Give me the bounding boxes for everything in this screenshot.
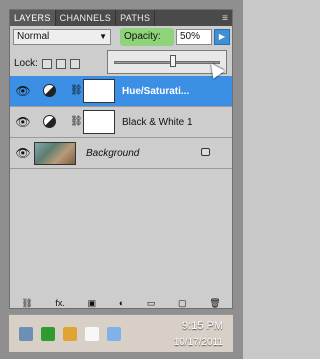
chevron-down-icon: ▼ (99, 32, 107, 41)
network-icon[interactable] (107, 327, 121, 341)
eye-icon[interactable]: 👁 (14, 147, 32, 159)
mask-icon[interactable]: ▣ (88, 298, 97, 309)
layer-mask-thumbnail[interactable] (83, 79, 115, 103)
blend-mode-select[interactable]: Normal ▼ (13, 29, 111, 45)
trash-icon[interactable]: 🗑 (209, 298, 220, 309)
layers-list: 👁 ⛓ Hue/Saturati... 👁 ⛓ Black & White 1 … (10, 76, 232, 170)
lock-pixels-icon[interactable] (55, 59, 66, 69)
layer-mask-thumbnail[interactable] (83, 110, 115, 134)
layer-thumbnail[interactable] (34, 142, 76, 165)
flag-icon[interactable] (85, 327, 99, 341)
opacity-slider-toggle[interactable]: ▶ (214, 29, 230, 45)
layer-name[interactable]: Hue/Saturati... (122, 76, 189, 107)
panel-menu-icon[interactable]: ≡ (222, 13, 232, 24)
people-icon[interactable] (63, 327, 77, 341)
panel-footer: ⛓ fx. ▣ ◐ ▭ ▢ 🗑 (10, 296, 232, 310)
tab-layers[interactable]: LAYERS (10, 10, 56, 26)
opacity-input[interactable]: 50% (176, 29, 212, 45)
computer-icon[interactable] (19, 327, 33, 341)
opacity-label: Opacity: (120, 28, 174, 46)
layer-name[interactable]: Background (86, 138, 139, 169)
system-tray (19, 327, 121, 341)
adjustment-layer-icon (43, 115, 56, 128)
layer-row[interactable]: 👁 ⛓ Hue/Saturati... (10, 76, 232, 107)
layer-name[interactable]: Black & White 1 (122, 107, 193, 138)
lock-transparent-icon[interactable] (41, 59, 52, 69)
blend-mode-value: Normal (17, 31, 50, 42)
layer-row[interactable]: 👁 ⛓ Black & White 1 (10, 107, 232, 138)
eye-icon[interactable]: 👁 (14, 85, 32, 97)
fx-icon[interactable]: fx. (55, 298, 65, 308)
opacity-control: Opacity: 50% ▶ (120, 28, 232, 46)
clock-date: 10/17/2011 (173, 337, 223, 348)
taskbar: 9:15 PM 10/17/2011 (9, 314, 233, 352)
lock-icon (201, 148, 210, 156)
folder-icon[interactable]: ▭ (147, 298, 156, 309)
new-layer-icon[interactable]: ▢ (178, 298, 187, 309)
window-frame: LAYERS CHANNELS PATHS ≡ Normal ▼ Opacity… (0, 0, 243, 359)
adjustment-layer-icon (43, 84, 56, 97)
layer-row[interactable]: 👁 Background (10, 138, 232, 169)
chain-link-icon[interactable]: ⛓ (70, 116, 83, 127)
link-icon[interactable]: ⛓ (21, 298, 32, 309)
opacity-slider-thumb[interactable] (170, 55, 176, 67)
lock-label: Lock: (14, 58, 38, 69)
lock-position-icon[interactable] (69, 59, 80, 69)
clock-time: 9:15 PM (182, 320, 223, 332)
eye-icon[interactable]: 👁 (14, 116, 32, 128)
q-app-icon[interactable] (41, 327, 55, 341)
adjustment-icon[interactable]: ◐ (119, 298, 124, 308)
layers-panel: LAYERS CHANNELS PATHS ≡ Normal ▼ Opacity… (9, 9, 233, 309)
tab-paths[interactable]: PATHS (116, 10, 156, 26)
panel-tabs: LAYERS CHANNELS PATHS ≡ (10, 10, 232, 26)
opacity-slider-track[interactable] (114, 61, 220, 64)
lock-row: Lock: (10, 55, 106, 73)
chain-link-icon[interactable]: ⛓ (70, 85, 83, 96)
tab-channels[interactable]: CHANNELS (56, 10, 117, 26)
blend-opacity-row: Normal ▼ Opacity: 50% ▶ (10, 27, 232, 49)
